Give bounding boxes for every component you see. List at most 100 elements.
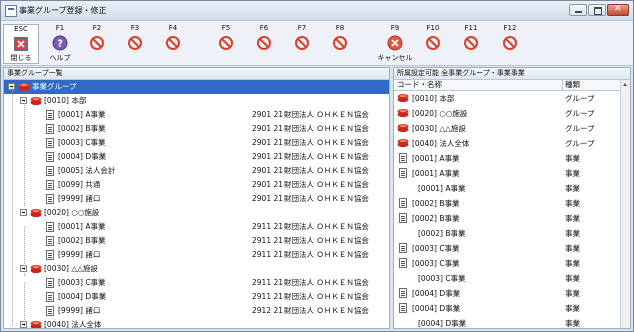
- tree-leaf-item[interactable]: [9999] 諸口 2912 21 財団法人 ＯＨＫＥＮ協会: [4, 304, 389, 318]
- tree-group-node[interactable]: [0010] 本部: [4, 94, 389, 108]
- assignable-row[interactable]: [0004] D事業 事業: [394, 316, 621, 328]
- document-icon: [46, 236, 54, 246]
- assignable-row[interactable]: [0010] 本部 グループ: [394, 91, 621, 106]
- tree-leaf-item[interactable]: [0001] A事業 2901 21 財団法人 ＯＨＫＥＮ協会: [4, 108, 389, 122]
- close-window-button[interactable]: [607, 4, 629, 16]
- fkey-button-f10[interactable]: F10: [414, 24, 452, 64]
- tree-item-label: [0001] A事業: [58, 222, 106, 231]
- document-icon: [46, 110, 54, 120]
- fkey-button-f2[interactable]: F2: [78, 24, 116, 64]
- collapse-toggle-icon[interactable]: [20, 209, 27, 216]
- corporation-name: 財団法人 ＯＨＫＥＮ協会: [284, 306, 369, 315]
- row-kind: グループ: [565, 94, 595, 103]
- corporation-name: 財団法人 ＯＨＫＥＮ協会: [284, 166, 369, 175]
- document-icon: [46, 180, 54, 190]
- tree-leaf-item[interactable]: [0002] B事業 2911 21 財団法人 ＯＨＫＥＮ協会: [4, 234, 389, 248]
- item-number: 2911 21: [252, 278, 284, 287]
- item-number: 2901 21: [252, 194, 284, 203]
- fkey-button-f12[interactable]: F12: [491, 24, 529, 64]
- assignable-row[interactable]: [0003] C事業 事業: [394, 256, 621, 271]
- minimize-button[interactable]: [569, 4, 587, 16]
- row-code-name: [0003] C事業: [412, 244, 460, 253]
- group-tree: 事業グループ [0010] 本部 [0001] A事業 2901 21 財団法人 ＯＨＫ…: [4, 80, 389, 328]
- document-icon: [399, 168, 407, 178]
- row-kind: 事業: [565, 274, 580, 283]
- assignable-row[interactable]: [0003] C事業 事業: [394, 241, 621, 256]
- item-number: 2901 21: [252, 124, 284, 133]
- fkey-button-f1[interactable]: F1? ヘルプ: [41, 24, 79, 64]
- assignable-row[interactable]: [0003] C事業 事業: [394, 271, 621, 286]
- fkey-button-f7[interactable]: F7: [283, 24, 321, 64]
- corporation-name: 財団法人 ＯＨＫＥＮ協会: [284, 110, 369, 119]
- assignable-list-header: 所属設定可能 全事業グループ・事業事業: [394, 68, 630, 80]
- assignable-row[interactable]: [0001] A事業 事業: [394, 151, 621, 166]
- esc-close-button[interactable]: ESC 閉じる: [3, 24, 39, 64]
- assignable-row[interactable]: [0004] D事業 事業: [394, 301, 621, 316]
- svg-text:?: ?: [57, 39, 63, 50]
- tree-leaf-item[interactable]: [0002] B事業 2901 21 財団法人 ＯＨＫＥＮ協会: [4, 122, 389, 136]
- tree-group-node[interactable]: 事業グループ: [4, 80, 389, 94]
- document-icon: [46, 124, 54, 134]
- assignable-row[interactable]: [0002] B事業 事業: [394, 226, 621, 241]
- assignable-row[interactable]: [0002] B事業 事業: [394, 211, 621, 226]
- tree-item-label: [0003] C事業: [58, 278, 106, 287]
- fkey-button-f8[interactable]: F8: [321, 24, 359, 64]
- fkey-caption: ヘルプ: [49, 54, 71, 62]
- fkey-button-f11[interactable]: F11: [452, 24, 490, 64]
- document-icon: [399, 213, 407, 223]
- tree-item-label: [0030] △△施設: [44, 264, 98, 273]
- assignable-row[interactable]: [0040] 法人全体 グループ: [394, 136, 621, 151]
- row-code-name: [0004] D事業: [412, 304, 461, 313]
- item-number: 2901 21: [252, 110, 284, 119]
- tree-leaf-item[interactable]: [9999] 諸口 2901 21 財団法人 ＯＨＫＥＮ協会: [4, 192, 389, 206]
- document-icon: [399, 303, 407, 313]
- assignable-row[interactable]: [0030] △△施設 グループ: [394, 121, 621, 136]
- tree-leaf-item[interactable]: [0004] D事業 2901 21 財団法人 ＯＨＫＥＮ協会: [4, 150, 389, 164]
- row-code-name: [0004] D事業: [412, 289, 461, 298]
- tree-leaf-item[interactable]: [0001] A事業 2911 21 財団法人 ＯＨＫＥＮ協会: [4, 220, 389, 234]
- vertical-scrollbar[interactable]: [620, 80, 630, 328]
- fkey-button-f9[interactable]: F9 キャンセル: [376, 24, 414, 64]
- fkey-label: F2: [92, 24, 102, 32]
- tree-group-node[interactable]: [0040] 法人全体: [4, 318, 389, 328]
- tree-leaf-item[interactable]: [9999] 諸口 2911 21 財団法人 ＯＨＫＥＮ協会: [4, 248, 389, 262]
- corporation-name: 財団法人 ＯＨＫＥＮ協会: [284, 236, 369, 245]
- assignable-row[interactable]: [0020] ○○施設 グループ: [394, 106, 621, 121]
- tree-leaf-item[interactable]: [0099] 共通 2901 21 財団法人 ＯＨＫＥＮ協会: [4, 178, 389, 192]
- document-icon: [46, 306, 54, 316]
- disabled-icon: [426, 36, 440, 50]
- column-header-code[interactable]: コード・名称: [397, 80, 442, 90]
- assignable-row[interactable]: [0001] A事業 事業: [394, 181, 621, 196]
- document-icon: [399, 243, 407, 253]
- assignable-row[interactable]: [0001] A事業 事業: [394, 166, 621, 181]
- tree-group-node[interactable]: [0030] △△施設: [4, 262, 389, 276]
- disabled-icon: [166, 36, 180, 50]
- tree-item-label: 事業グループ: [32, 82, 77, 91]
- row-code-name: [0020] ○○施設: [412, 109, 468, 118]
- fkey-button-f5[interactable]: F5: [207, 24, 245, 64]
- assignable-row[interactable]: [0004] D事業 事業: [394, 286, 621, 301]
- tree-item-label: [0002] B事業: [58, 124, 106, 133]
- tree-leaf-item[interactable]: [0005] 法人会計 2901 21 財団法人 ＯＨＫＥＮ協会: [4, 164, 389, 178]
- group-list-header: 事業グループ一覧: [4, 68, 389, 80]
- tree-guide-line: [24, 227, 25, 276]
- fkey-button-f4[interactable]: F4: [154, 24, 192, 64]
- fkey-button-f6[interactable]: F6: [245, 24, 283, 64]
- row-kind: 事業: [565, 229, 580, 238]
- corporation-name: 財団法人 ＯＨＫＥＮ協会: [284, 124, 369, 133]
- fkey-button-f3[interactable]: F3: [116, 24, 154, 64]
- tree-leaf-item[interactable]: [0004] D事業 2911 21 財団法人 ＯＨＫＥＮ協会: [4, 290, 389, 304]
- tree-group-node[interactable]: [0020] ○○施設: [4, 206, 389, 220]
- row-code-name: [0004] D事業: [418, 319, 467, 328]
- assignable-row[interactable]: [0002] B事業 事業: [394, 196, 621, 211]
- document-icon: [399, 288, 407, 298]
- maximize-button[interactable]: [588, 4, 606, 16]
- tree-guide-line: [24, 101, 25, 206]
- fkey-label: F11: [464, 24, 478, 32]
- esc-key-label: ESC: [14, 25, 28, 33]
- tree-item-label: [0004] D事業: [58, 152, 107, 161]
- tree-leaf-item[interactable]: [0003] C事業 2911 21 財団法人 ＯＨＫＥＮ協会: [4, 276, 389, 290]
- row-kind: 事業: [565, 319, 580, 328]
- tree-leaf-item[interactable]: [0003] C事業 2901 21 財団法人 ＯＨＫＥＮ協会: [4, 136, 389, 150]
- column-header-kind[interactable]: 種類: [562, 80, 580, 90]
